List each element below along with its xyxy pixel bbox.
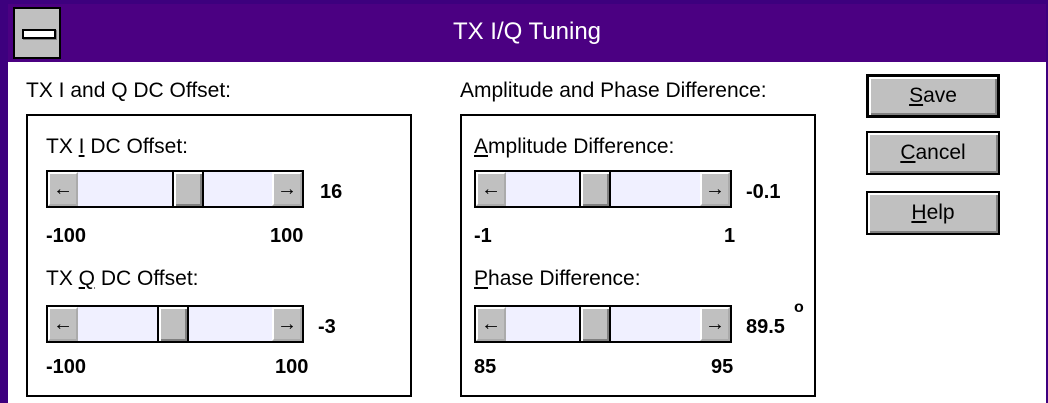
left-arrow-icon[interactable]: ← (48, 307, 78, 341)
left-arrow-icon[interactable]: ← (48, 172, 78, 206)
scrollbar-thumb[interactable] (156, 307, 189, 341)
right-arrow-icon[interactable]: → (272, 172, 302, 206)
phase-difference-scrollbar[interactable]: ← → (474, 305, 732, 343)
tx-i-dc-offset-scrollbar[interactable]: ← → (46, 170, 304, 208)
dc-offset-section-label: TX I and Q DC Offset: (26, 79, 232, 102)
left-arrow-icon[interactable]: ← (476, 172, 506, 206)
right-arrow-icon[interactable]: → (700, 172, 730, 206)
phase-max-label: 95 (711, 356, 734, 378)
amplitude-difference-label: Amplitude Difference: (474, 135, 675, 158)
tx-i-min-label: -100 (46, 225, 87, 247)
tx-q-min-label: -100 (46, 356, 87, 378)
amplitude-min-label: -1 (474, 225, 492, 247)
save-button[interactable]: Save (866, 74, 1000, 118)
scrollbar-thumb[interactable] (578, 172, 611, 206)
cancel-button[interactable]: Cancel (866, 131, 1000, 175)
left-arrow-icon[interactable]: ← (476, 307, 506, 341)
amplitude-max-label: 1 (724, 225, 736, 247)
phase-min-label: 85 (474, 356, 497, 378)
scrollbar-thumb[interactable] (578, 307, 611, 341)
tx-i-dc-offset-value: 16 (320, 181, 343, 203)
tx-i-max-label: 100 (270, 225, 304, 247)
help-button[interactable]: Help (866, 191, 1000, 235)
tx-q-dc-offset-scrollbar[interactable]: ← → (46, 305, 304, 343)
tx-q-max-label: 100 (275, 356, 309, 378)
scrollbar-thumb[interactable] (171, 172, 204, 206)
amplitude-difference-scrollbar[interactable]: ← → (474, 170, 732, 208)
amplitude-phase-section-label: Amplitude and Phase Difference: (460, 79, 767, 102)
tx-q-dc-offset-value: -3 (318, 316, 336, 338)
phase-difference-label: Phase Difference: (474, 267, 641, 290)
title-bar: TX I/Q Tuning (8, 4, 1046, 62)
degree-unit-label: o (794, 299, 804, 316)
tx-i-dc-offset-label: TX I DC Offset: (46, 135, 188, 158)
right-arrow-icon[interactable]: → (700, 307, 730, 341)
right-arrow-icon[interactable]: → (272, 307, 302, 341)
window-title: TX I/Q Tuning (452, 18, 602, 45)
tx-q-dc-offset-label: TX Q DC Offset: (46, 267, 199, 290)
phase-difference-value: 89.5 (746, 316, 785, 338)
amplitude-difference-value: -0.1 (746, 181, 781, 203)
